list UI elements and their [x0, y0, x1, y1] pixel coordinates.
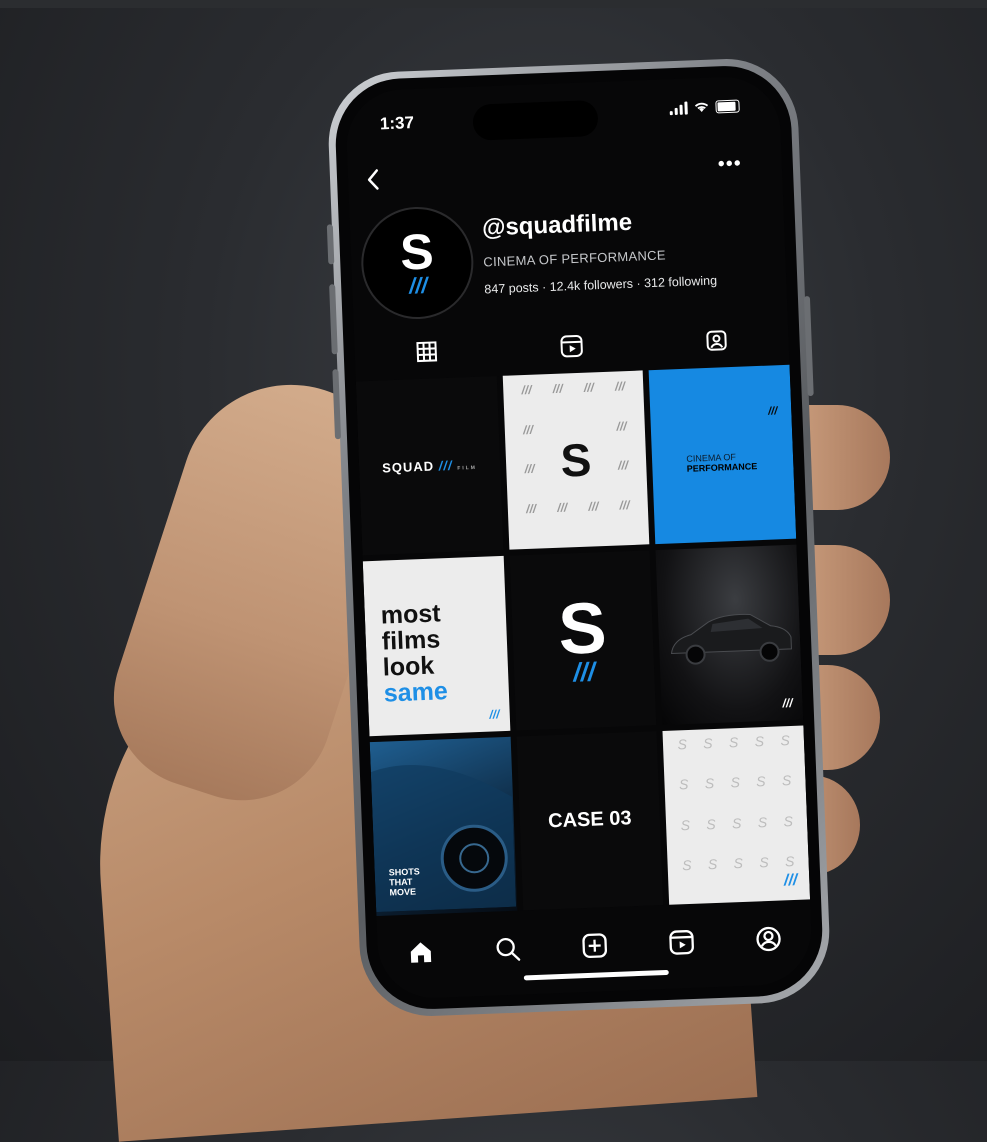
s-logo: S ///: [557, 592, 609, 689]
more-options-icon[interactable]: •••: [717, 152, 742, 176]
post-blue-car[interactable]: SHOTS THAT MOVE: [370, 736, 517, 916]
nav-reels[interactable]: [668, 928, 695, 960]
dynamic-island: [472, 100, 598, 141]
profile-icon: [755, 925, 782, 952]
post-s-pattern[interactable]: //////////// ////// ////// //////////// …: [502, 370, 649, 550]
status-time: 1:37: [380, 113, 415, 134]
grid-icon: [416, 340, 439, 363]
post-case-03[interactable]: CASE 03: [516, 731, 663, 911]
post-cinema-performance[interactable]: /// CINEMA OF PERFORMANCE: [649, 365, 796, 545]
post-stripes: ///: [782, 696, 793, 710]
post-s-logo[interactable]: S ///: [509, 551, 656, 731]
brand-stripes: ///: [438, 457, 452, 473]
nav-home[interactable]: [408, 938, 435, 970]
avatar-stripes: ///: [409, 273, 428, 300]
phone: 1:37 ••• S /// @squadfilme CINEMA OF PER…: [326, 56, 832, 1018]
background-top-strip: [0, 0, 987, 8]
brand-sub: FILM: [457, 465, 477, 472]
squad-logo: SQUAD /// FILM: [382, 457, 477, 476]
car-image: [663, 597, 796, 672]
back-icon[interactable]: [366, 168, 381, 198]
search-icon: [494, 935, 521, 962]
profile-handle: @squadfilme: [482, 209, 633, 243]
avatar[interactable]: S ///: [359, 205, 475, 321]
post-black-car[interactable]: ///: [656, 545, 803, 725]
wifi-icon: [693, 101, 709, 114]
nav-profile[interactable]: [755, 925, 782, 957]
post-headline: most films look same: [380, 601, 448, 707]
post-squad-film[interactable]: SQUAD /// FILM: [356, 376, 503, 556]
battery-icon: [715, 99, 739, 113]
post-stripes: ///: [768, 405, 778, 417]
nav-create[interactable]: [581, 932, 608, 964]
tab-reels[interactable]: [551, 333, 592, 364]
reels-icon: [559, 333, 584, 358]
case-title: CASE 03: [548, 808, 632, 834]
signal-icon: [669, 101, 688, 116]
reels-icon: [668, 928, 695, 955]
profile-stats[interactable]: 847 posts · 12.4k followers · 312 follow…: [484, 274, 717, 297]
post-stripes: ///: [784, 872, 798, 890]
post-title: CINEMA OF PERFORMANCE: [686, 451, 757, 474]
tab-grid[interactable]: [407, 339, 448, 368]
s-letter: S: [560, 433, 593, 488]
create-icon: [581, 932, 608, 959]
post-most-films[interactable]: most films look same ///: [363, 556, 510, 736]
nav-search[interactable]: [494, 935, 521, 967]
home-icon: [408, 938, 435, 965]
post-caption: SHOTS THAT MOVE: [389, 866, 421, 897]
bottom-nav: [377, 914, 813, 981]
tab-tagged[interactable]: [696, 327, 737, 358]
brand-text: SQUAD: [382, 458, 434, 475]
phone-screen: 1:37 ••• S /// @squadfilme CINEMA OF PER…: [345, 75, 814, 1000]
posts-grid: SQUAD /// FILM //////////// ////// /////…: [356, 365, 810, 916]
tagged-icon: [704, 328, 729, 353]
post-s-pattern-grid[interactable]: SSSSS SSSSS SSSSS SSSSS ///: [663, 725, 810, 905]
profile-tagline: CINEMA OF PERFORMANCE: [483, 247, 666, 269]
avatar-letter: S: [399, 226, 434, 277]
post-stripes: ///: [489, 707, 500, 721]
status-icons: [669, 99, 739, 116]
